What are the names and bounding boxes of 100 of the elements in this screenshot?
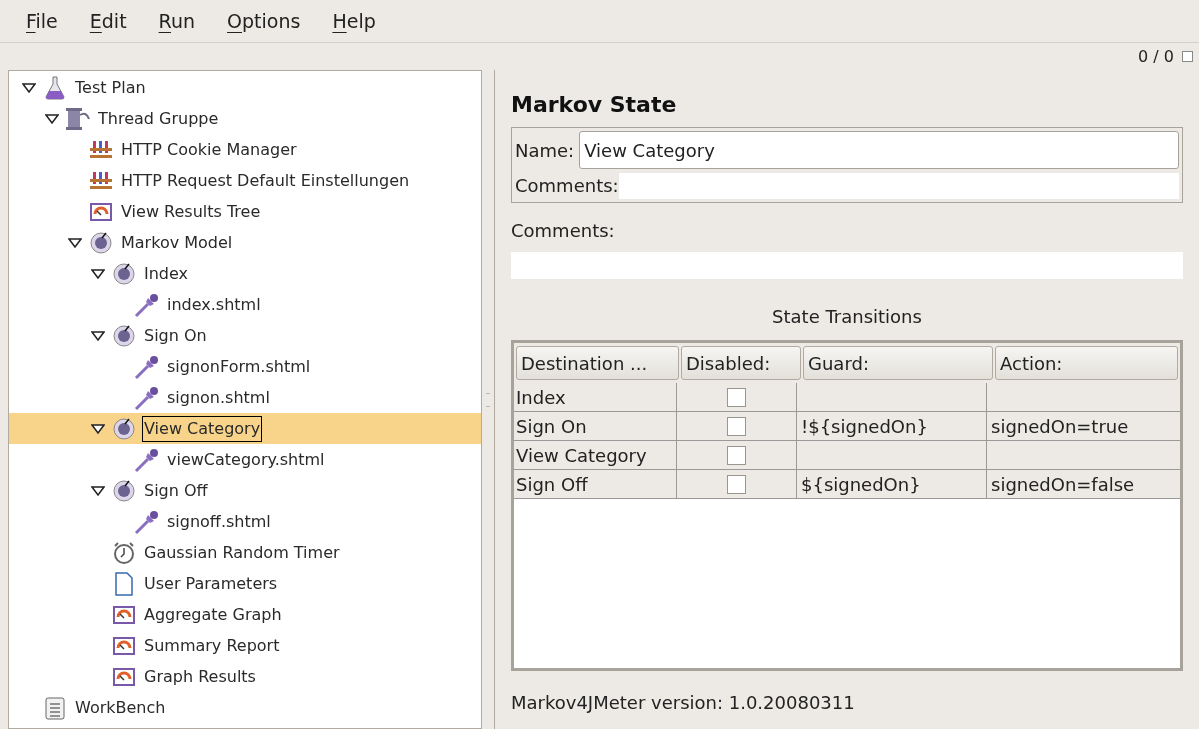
table-cell-text: signedOn=true [991, 414, 1129, 439]
tree-row[interactable]: Thread Gruppe [9, 103, 481, 134]
tree-row[interactable]: HTTP Cookie Manager [9, 134, 481, 165]
comments-input[interactable] [618, 172, 1179, 199]
field-label: Name: [515, 138, 575, 163]
section-title: State Transitions [771, 305, 923, 329]
gauge-icon [90, 202, 112, 221]
tree-row[interactable]: Index [9, 258, 481, 289]
checkbox[interactable] [727, 474, 746, 494]
name-input[interactable]: View Category [579, 131, 1179, 169]
document-icon [114, 571, 134, 596]
tree-row[interactable]: Sign On [9, 320, 481, 351]
menu-item[interactable]: Help [332, 6, 376, 36]
tree-item-label: Sign Off [143, 479, 209, 502]
menu-item[interactable]: Edit [89, 6, 127, 36]
checkbox[interactable] [727, 387, 746, 407]
tree-item-label: signonForm.shtml [166, 355, 312, 378]
table-cell-text: signedOn=false [991, 472, 1135, 497]
field-label: Comments: [511, 219, 616, 243]
test-tube-rack-icon [89, 139, 113, 160]
tree-row[interactable]: HTTP Request Default Einstellungen [9, 165, 481, 196]
tree-row[interactable]: signonForm.shtml [9, 351, 481, 382]
tree-row[interactable]: index.shtml [9, 289, 481, 320]
pipette-icon [134, 384, 160, 411]
tree-row[interactable]: signon.shtml [9, 382, 481, 413]
tree-item-label: Sign On [143, 324, 208, 347]
table-cell-text: !${signedOn} [801, 414, 928, 439]
collapse-triangle-icon[interactable] [45, 113, 59, 124]
menu-item[interactable]: Options [227, 6, 301, 36]
menu-item[interactable]: File [26, 6, 58, 36]
tree-row[interactable]: signoff.shtml [9, 506, 481, 537]
column-header[interactable]: Destination ... [516, 346, 679, 380]
tree-item-label: viewCategory.shtml [166, 448, 326, 471]
tree-item-label: HTTP Cookie Manager [120, 138, 298, 161]
tree-item-label: HTTP Request Default Einstellungen [120, 169, 411, 192]
collapse-triangle-icon[interactable] [68, 237, 82, 248]
tree-row[interactable]: Summary Report [9, 630, 481, 661]
error-counter: 0 / 0 [1138, 45, 1174, 68]
tree-row[interactable]: viewCategory.shtml [9, 444, 481, 475]
log-toggle-icon[interactable] [1182, 51, 1193, 62]
collapse-triangle-icon[interactable] [91, 485, 105, 496]
checkbox[interactable] [727, 445, 746, 465]
collapse-triangle-icon[interactable] [91, 330, 105, 341]
tree-row[interactable]: Test Plan [9, 72, 481, 103]
tree-row[interactable]: WorkBench [9, 692, 481, 723]
pipette-icon [134, 291, 160, 318]
column-header[interactable]: Action: [995, 346, 1178, 380]
version-text: Markov4JMeter version: 1.0.20080311 [511, 691, 856, 715]
tree-row[interactable]: Aggregate Graph [9, 599, 481, 630]
dial-icon [112, 323, 136, 348]
dial-icon [89, 230, 113, 255]
dial-icon [112, 416, 136, 441]
tree-row[interactable]: Graph Results [9, 661, 481, 692]
gauge-icon [113, 667, 135, 686]
tree-row[interactable]: Markov Model [9, 227, 481, 258]
tree-item-label: Summary Report [143, 634, 281, 657]
gauge-icon [113, 636, 135, 655]
test-tube-rack-icon [89, 170, 113, 191]
tree-item-label: Thread Gruppe [97, 107, 220, 130]
table-cell: Index [514, 383, 677, 411]
tree-item-label: View Results Tree [120, 200, 262, 223]
table-cell: Sign Off [514, 470, 677, 498]
flask-icon [44, 75, 66, 100]
table-cell-text: ${signedOn} [801, 472, 921, 497]
clipboard-icon [44, 695, 66, 720]
collapse-triangle-icon[interactable] [91, 268, 105, 279]
menu-item[interactable]: Run [158, 6, 196, 36]
panel-title: Markov State [511, 91, 678, 119]
tree-item-label: Test Plan [74, 76, 147, 99]
tree-item-label: signoff.shtml [166, 510, 272, 533]
tree-item-label: Index [143, 262, 190, 285]
tree-row[interactable]: User Parameters [9, 568, 481, 599]
pipette-icon [134, 508, 160, 535]
pipette-icon [134, 353, 160, 380]
table-cell: Sign On [514, 412, 677, 440]
comments-input[interactable] [511, 252, 1183, 279]
tree-item-label: WorkBench [74, 696, 167, 719]
checkbox[interactable] [727, 416, 746, 436]
collapse-triangle-icon[interactable] [91, 423, 105, 434]
pipette-icon [134, 446, 160, 473]
field-label: Comments: [515, 174, 619, 198]
tree-row[interactable]: Gaussian Random Timer [9, 537, 481, 568]
tree-row[interactable]: View Results Tree [9, 196, 481, 227]
spool-icon [65, 106, 91, 131]
tree-item-label: signon.shtml [166, 386, 271, 409]
tree-item-label: Gaussian Random Timer [143, 541, 341, 564]
tree-item-label: Graph Results [143, 665, 257, 688]
dial-icon [112, 478, 136, 503]
tree-item-label: View Category [142, 415, 263, 442]
gauge-icon [113, 605, 135, 624]
tree-row[interactable]: View Category [9, 413, 481, 444]
table-cell: View Category [514, 441, 677, 469]
stopwatch-icon [112, 540, 136, 565]
tree-item-label: Markov Model [120, 231, 234, 254]
tree-item-label: User Parameters [143, 572, 279, 595]
column-header[interactable]: Guard: [803, 346, 993, 380]
collapse-triangle-icon[interactable] [22, 82, 36, 93]
column-header[interactable]: Disabled: [681, 346, 801, 380]
tree-item-label: Aggregate Graph [143, 603, 283, 626]
tree-row[interactable]: Sign Off [9, 475, 481, 506]
